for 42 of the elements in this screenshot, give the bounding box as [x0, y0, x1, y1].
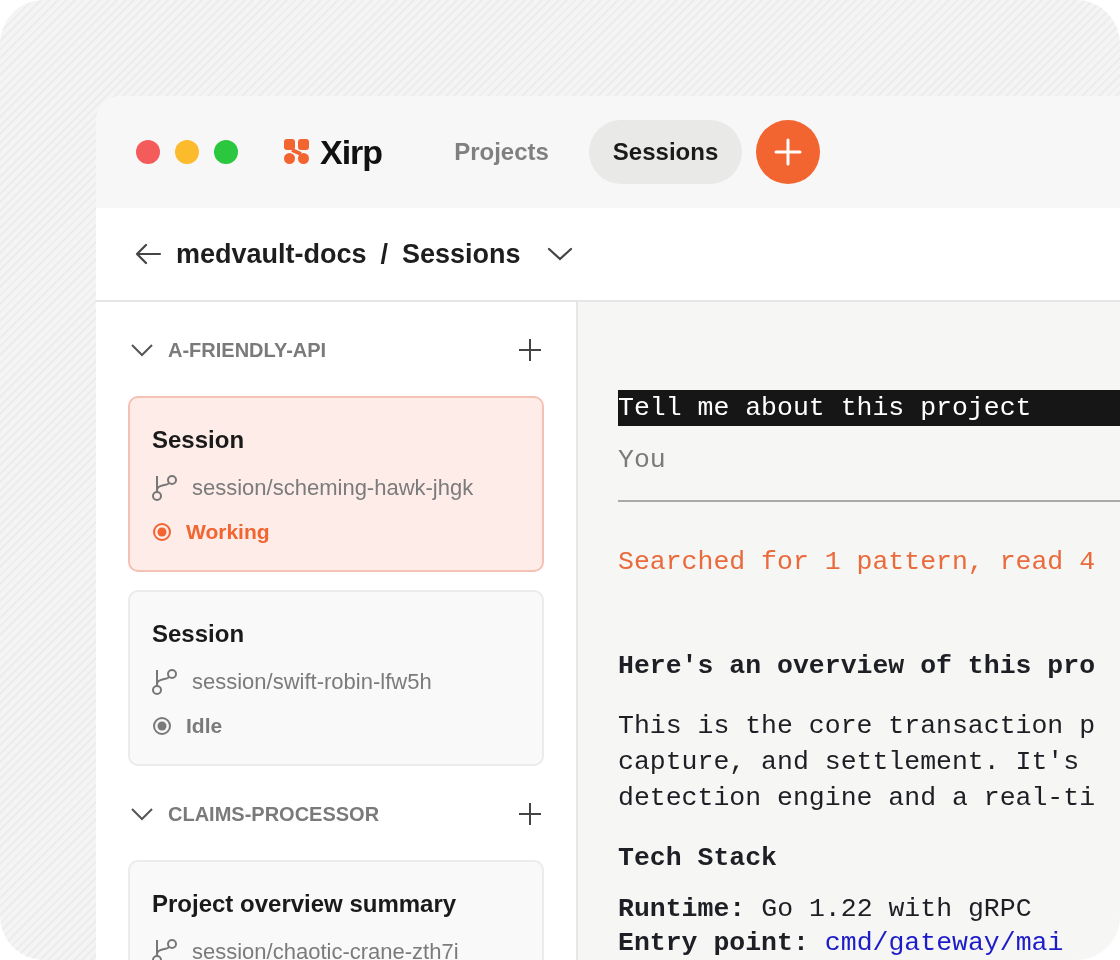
section-heading: Tech Stack — [618, 842, 778, 875]
back-arrow-icon[interactable] — [134, 242, 162, 266]
chevron-down-icon[interactable] — [546, 246, 573, 262]
add-icon[interactable] — [518, 338, 542, 362]
branch-name: session/chaotic-crane-zth7i — [192, 939, 459, 960]
breadcrumb-separator: / — [380, 238, 389, 270]
project-group-name[interactable]: CLAIMS-PROCESSOR — [168, 802, 380, 826]
fact-value: Go 1.22 with gRPC — [761, 893, 1032, 926]
branch-icon — [152, 474, 178, 502]
close-icon[interactable] — [136, 140, 160, 164]
project-group-name[interactable]: A-FRIENDLY-API — [168, 338, 327, 362]
session-title: Session — [152, 620, 246, 648]
nav-tab[interactable]: Projects — [430, 120, 573, 184]
chevron-down-icon[interactable] — [130, 806, 154, 822]
branch-name: session/swift-robin-lfw5h — [192, 669, 432, 695]
app-name: Xirp — [320, 132, 383, 172]
file-link[interactable]: cmd/gateway/mai — [824, 926, 1064, 960]
page-title: Sessions — [402, 238, 521, 270]
response-paragraph: This is the core transaction p capture, and settlement. It's detection engine and a real-ti — [618, 710, 1096, 815]
chevron-down-icon[interactable] — [130, 342, 154, 358]
status-label: Working — [152, 520, 270, 544]
plus-icon — [773, 137, 804, 167]
session-card[interactable]: Session session/swift-robin-lfw5h Idle — [128, 590, 544, 766]
project-name[interactable]: medvault-docs — [176, 238, 367, 270]
fact-label: Entry point: — [618, 927, 809, 960]
branch-icon — [152, 668, 178, 696]
status-label: Idle — [152, 714, 223, 738]
status-dot-icon — [152, 716, 172, 736]
session-title: Session — [152, 426, 246, 454]
branch-name: session/scheming-hawk-jhgk — [192, 475, 474, 501]
nav-tab[interactable]: Sessions — [588, 120, 743, 184]
sender-label: You — [618, 444, 666, 477]
fact-label: Runtime: — [618, 893, 746, 926]
branch-icon — [152, 938, 178, 960]
response-heading: Here's an overview of this pro — [618, 650, 1096, 683]
status-dot-icon — [152, 522, 172, 542]
session-card[interactable]: Project overview summary session/chaotic-crane-zth7i — [128, 860, 544, 960]
session-title: Project overview summary — [152, 890, 458, 918]
session-card[interactable]: Session session/scheming-hawk-jhgk Working — [128, 396, 544, 572]
logo-icon — [284, 139, 310, 165]
add-icon[interactable] — [518, 802, 542, 826]
user-message: Tell me about this project — [618, 390, 1120, 426]
